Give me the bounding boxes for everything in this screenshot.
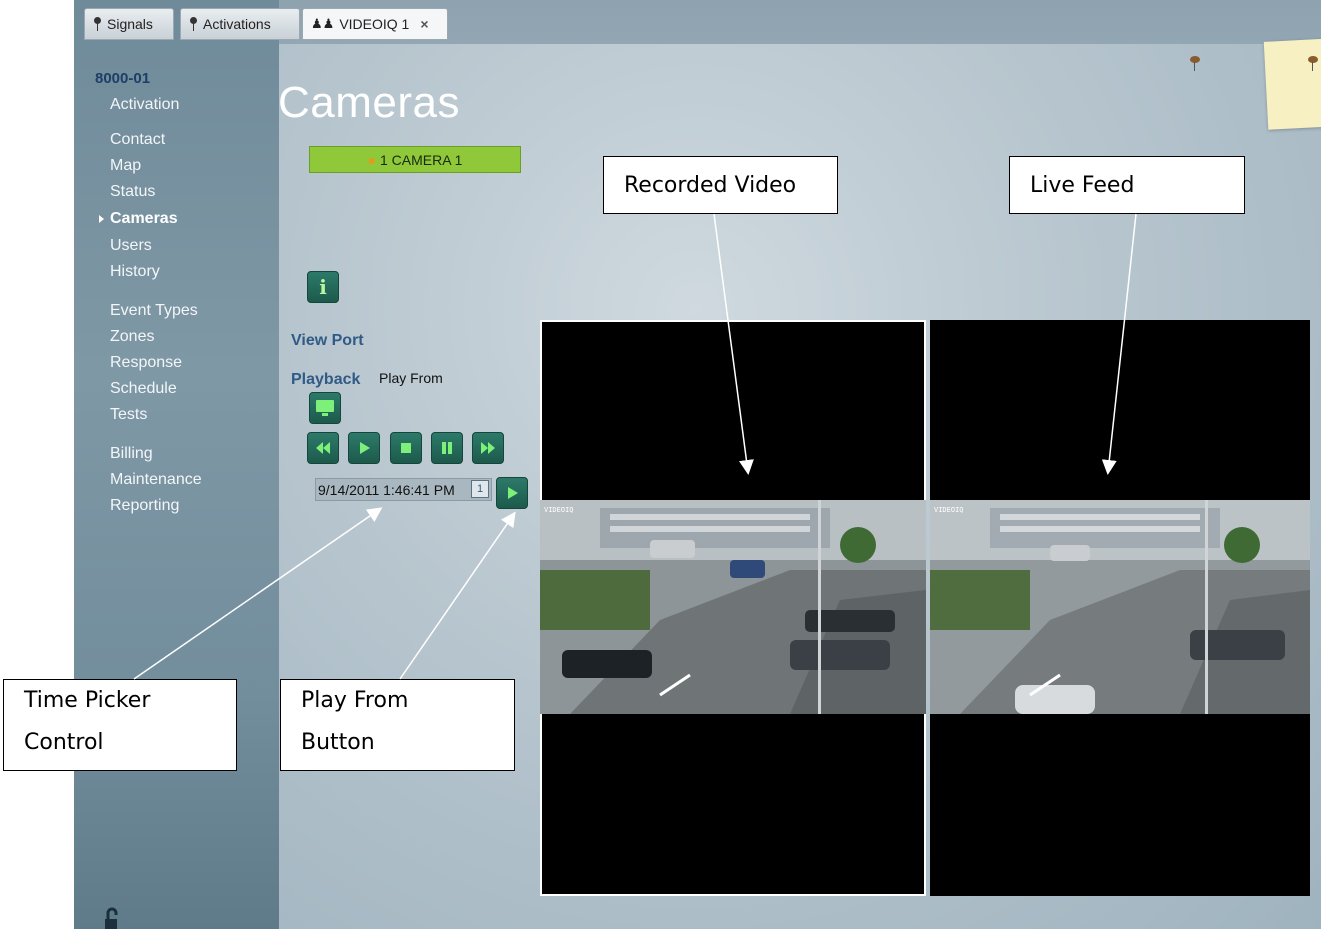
view-port-label[interactable]: View Port <box>291 332 364 350</box>
video-osd-label: VIDEOIQ <box>544 506 574 514</box>
callout-text-line1: Play From <box>301 688 409 713</box>
sidebar-item-status[interactable]: Status <box>110 183 155 201</box>
unlock-icon[interactable] <box>99 905 123 929</box>
rewind-button[interactable] <box>307 432 339 464</box>
sidebar-item-history[interactable]: History <box>110 263 160 281</box>
page-title: Cameras <box>278 78 460 127</box>
video-frame-recorded <box>540 500 926 714</box>
sticky-note <box>1263 38 1321 130</box>
fast-forward-icon <box>481 442 495 454</box>
stop-icon <box>401 443 411 453</box>
info-icon: i <box>319 275 327 299</box>
sidebar-item-cameras[interactable]: Cameras <box>99 210 178 228</box>
sidebar-item-schedule[interactable]: Schedule <box>110 380 177 398</box>
camera-icon: ● <box>367 151 376 168</box>
account-number: 8000-01 <box>95 70 151 87</box>
play-from-button[interactable] <box>496 477 528 509</box>
play-icon <box>508 487 518 499</box>
rewind-icon <box>316 442 330 454</box>
pause-icon <box>442 442 452 454</box>
camera-label: 1 CAMERA 1 <box>379 151 463 168</box>
selected-caret-icon <box>99 215 104 223</box>
fast-forward-button[interactable] <box>472 432 504 464</box>
callout-time-picker: Time Picker Control <box>3 679 237 771</box>
live-feed-panel[interactable]: VIDEOIQ <box>930 320 1310 896</box>
pushpin-icon <box>1308 56 1318 72</box>
recorded-video-panel[interactable]: VIDEOIQ <box>540 320 926 896</box>
sidebar-item-reporting[interactable]: Reporting <box>110 497 179 515</box>
sidebar-item-contact[interactable]: Contact <box>110 131 165 149</box>
users-icon: ♟♟ <box>311 16 335 31</box>
callout-text-line1: Time Picker <box>24 688 151 713</box>
play-from-label: Play From <box>379 370 443 386</box>
sidebar-item-response[interactable]: Response <box>110 354 182 372</box>
monitor-icon <box>316 400 334 416</box>
tab-label: Activations <box>203 16 271 32</box>
callout-text: Recorded Video <box>624 173 797 198</box>
callout-text-line2: Control <box>24 730 104 755</box>
time-picker-value: 9/14/2011 1:46:41 PM <box>318 481 455 498</box>
tab-label: Signals <box>107 16 153 32</box>
sidebar-item-map[interactable]: Map <box>110 157 141 175</box>
tab-label: VIDEOIQ 1 <box>339 16 410 32</box>
play-icon <box>360 442 370 454</box>
callout-recorded-video: Recorded Video <box>603 156 838 214</box>
pause-button[interactable] <box>431 432 463 464</box>
video-osd-label: VIDEOIQ <box>934 506 964 514</box>
callout-text: Live Feed <box>1030 173 1135 198</box>
sidebar: 8000-01 Activation Contact Map Status Ca… <box>74 0 279 929</box>
play-button[interactable] <box>348 432 380 464</box>
tab-signals[interactable]: Signals <box>84 8 174 40</box>
info-button[interactable]: i <box>307 271 339 303</box>
tab-activations[interactable]: Activations <box>180 8 300 40</box>
monitor-button[interactable] <box>309 392 341 424</box>
sidebar-item-maintenance[interactable]: Maintenance <box>110 471 202 489</box>
sidebar-item-billing[interactable]: Billing <box>110 445 153 463</box>
playback-label[interactable]: Playback <box>291 371 360 389</box>
calendar-icon[interactable]: 1 <box>471 480 489 498</box>
sidebar-item-event-types[interactable]: Event Types <box>110 302 198 320</box>
sidebar-item-zones[interactable]: Zones <box>110 328 154 346</box>
sidebar-item-label: Cameras <box>110 210 178 227</box>
callout-play-from: Play From Button <box>280 679 515 771</box>
callout-text-line2: Button <box>301 730 375 755</box>
time-picker-input[interactable]: 9/14/2011 1:46:41 PM <box>315 478 492 501</box>
video-frame-live <box>930 500 1310 714</box>
pushpin-icon <box>1190 56 1200 72</box>
close-icon[interactable]: × <box>420 16 428 32</box>
sidebar-item-activation[interactable]: Activation <box>110 96 179 114</box>
stop-button[interactable] <box>390 432 422 464</box>
camera-list-item[interactable]: ● 1 CAMERA 1 <box>309 146 521 173</box>
tab-videoiq-1[interactable]: ♟♟ VIDEOIQ 1 × <box>302 8 448 40</box>
sidebar-item-tests[interactable]: Tests <box>110 406 147 424</box>
sidebar-item-users[interactable]: Users <box>110 237 152 255</box>
pin-icon <box>93 17 102 31</box>
callout-live-feed: Live Feed <box>1009 156 1245 214</box>
pin-icon <box>189 17 198 31</box>
